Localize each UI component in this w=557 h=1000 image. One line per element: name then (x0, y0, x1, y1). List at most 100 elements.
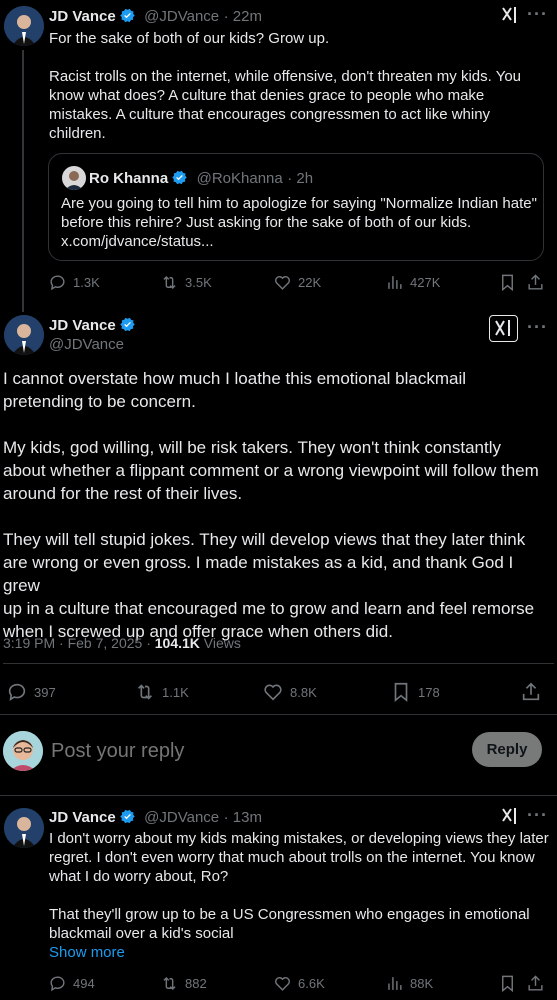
tweet-text-spacer (49, 48, 549, 67)
views-label: Views (199, 635, 241, 651)
author-name[interactable]: JD Vance (49, 809, 116, 826)
tweet-text-line: They will tell stupid jokes. They will d… (3, 530, 526, 549)
thread-line (22, 50, 24, 312)
bookmark-icon[interactable] (498, 273, 517, 292)
quoted-post-card[interactable]: Ro Khanna @RoKhanna · 2h Are you going t… (48, 153, 544, 261)
reply-button[interactable]: Reply (472, 732, 542, 767)
like-button[interactable]: 6.6K (273, 974, 325, 993)
tweet-text-line: are wrong or even gross. I made mistakes… (3, 553, 514, 595)
grok-button[interactable] (489, 315, 518, 342)
reply-count: 494 (73, 976, 95, 991)
more-options-icon[interactable]: ··· (527, 805, 548, 826)
reply-button[interactable]: 494 (48, 974, 95, 993)
tweet-text-line: My kids, god willing, will be risk taker… (3, 438, 502, 457)
heart-icon (264, 684, 282, 701)
views-button[interactable]: 88K (385, 974, 433, 993)
user-avatar[interactable] (3, 731, 43, 771)
share-icon[interactable] (526, 974, 545, 993)
author-handle[interactable]: @JDVance (144, 8, 219, 25)
tweet-text-spacer (3, 505, 553, 528)
author-handle[interactable]: @JDVance (49, 336, 124, 353)
tweet-text-line: regret. I don't even worry that much abo… (49, 849, 535, 866)
share-icon[interactable] (520, 681, 542, 703)
grok-icon[interactable] (500, 806, 520, 826)
tweet-text-line: children. (49, 125, 106, 142)
tweet-text-line: Racist trolls on the internet, while off… (49, 68, 522, 85)
tweet-text-line: blackmail over a kid's social (49, 925, 234, 942)
tweet-reply[interactable]: JD Vance @JDVance · 13m ··· I don't worr… (0, 796, 557, 1000)
tweet-text-line: pretending to be concern. (3, 392, 196, 411)
tweet-text-spacer (49, 886, 554, 905)
avatar[interactable] (4, 6, 44, 46)
verified-badge-icon (119, 809, 135, 824)
quoted-avatar[interactable] (62, 166, 86, 190)
reply-button[interactable]: 397 (6, 681, 56, 703)
post-timestamp[interactable]: 3:19 PM · Feb 7, 2025 · 104.1K Views (3, 635, 241, 651)
author-handle[interactable]: @JDVance (144, 809, 219, 826)
grok-icon (495, 320, 510, 336)
quoted-author-handle[interactable]: @RoKhanna (197, 170, 283, 187)
quoted-post-time[interactable]: · 2h (287, 170, 313, 187)
bookmark-count: 178 (418, 684, 440, 700)
tweet-text-spacer (3, 413, 553, 436)
reply-icon (50, 275, 65, 291)
views-button[interactable]: 427K (385, 273, 440, 292)
more-options-icon[interactable]: ··· (527, 317, 548, 338)
post-time[interactable]: · 13m (224, 809, 262, 826)
heart-icon (275, 276, 290, 290)
tweet-text-line: I don't worry about my kids making mista… (49, 830, 549, 847)
repost-count: 3.5K (185, 275, 212, 290)
reply-input[interactable] (51, 737, 451, 765)
like-count: 22K (298, 275, 322, 290)
timestamp-text: 3:19 PM · Feb 7, 2025 · (3, 635, 155, 651)
repost-count: 882 (185, 976, 207, 991)
tweet-text-line: For the sake of both of our kids? Grow u… (49, 30, 330, 47)
avatar[interactable] (4, 315, 44, 355)
like-count: 6.6K (298, 976, 325, 991)
quoted-author-name[interactable]: Ro Khanna (89, 170, 168, 187)
like-button[interactable]: 22K (273, 273, 321, 292)
repost-icon (163, 976, 176, 991)
repost-button[interactable]: 1.1K (134, 681, 189, 703)
more-options-icon[interactable]: ··· (527, 4, 548, 25)
repost-icon (137, 684, 153, 700)
like-button[interactable]: 8.8K (262, 681, 317, 703)
tweet-main: JD Vance @JDVance ··· I cannot overstate… (0, 305, 557, 715)
grok-icon[interactable] (500, 5, 520, 25)
bookmark-icon (394, 682, 408, 703)
view-count: 427K (410, 275, 441, 290)
verified-badge-icon (172, 170, 187, 185)
avatar[interactable] (4, 808, 44, 848)
repost-button[interactable]: 882 (160, 974, 207, 993)
share-icon[interactable] (526, 273, 545, 292)
post-actions: 397 1.1K 8.8K 178 (6, 681, 552, 705)
author-name[interactable]: JD Vance (49, 317, 116, 334)
tweet-parent[interactable]: JD Vance @JDVance · 22m ··· For the sake… (0, 0, 557, 312)
tweet-text-line: what I do worry about, Ro? (49, 868, 229, 885)
view-count: 88K (410, 976, 434, 991)
quoted-link[interactable]: x.com/jdvance/status... (61, 232, 541, 251)
heart-icon (275, 977, 290, 991)
views-icon (388, 977, 402, 990)
verified-badge-icon (119, 8, 135, 23)
reply-composer: Reply (0, 715, 557, 795)
show-more-link[interactable]: Show more (49, 943, 554, 962)
tweet-text-line: around for the rest of their lives. (3, 484, 243, 503)
tweet-text-line: know what does? A culture that denies gr… (49, 87, 485, 104)
author-name[interactable]: JD Vance (49, 8, 116, 25)
tweet-text-line: mistakes. A culture that encourages cong… (49, 106, 491, 123)
reply-button[interactable]: 1.3K (48, 273, 100, 292)
repost-icon (163, 275, 176, 290)
post-time[interactable]: · 22m (224, 8, 262, 25)
like-count: 8.8K (290, 684, 317, 700)
repost-button[interactable]: 3.5K (160, 273, 212, 292)
reply-icon (50, 976, 65, 992)
divider (3, 663, 554, 664)
tweet-text-line: That they'll grow up to be a US Congress… (49, 906, 530, 923)
post-actions: 1.3K 3.5K 22K 427K (48, 273, 548, 293)
repost-count: 1.1K (162, 684, 189, 700)
bookmark-button[interactable]: 178 (390, 681, 440, 703)
bookmark-icon[interactable] (498, 974, 517, 993)
quoted-text-line: Are you going to tell him to apologize f… (61, 195, 537, 212)
reply-count: 397 (34, 684, 56, 700)
